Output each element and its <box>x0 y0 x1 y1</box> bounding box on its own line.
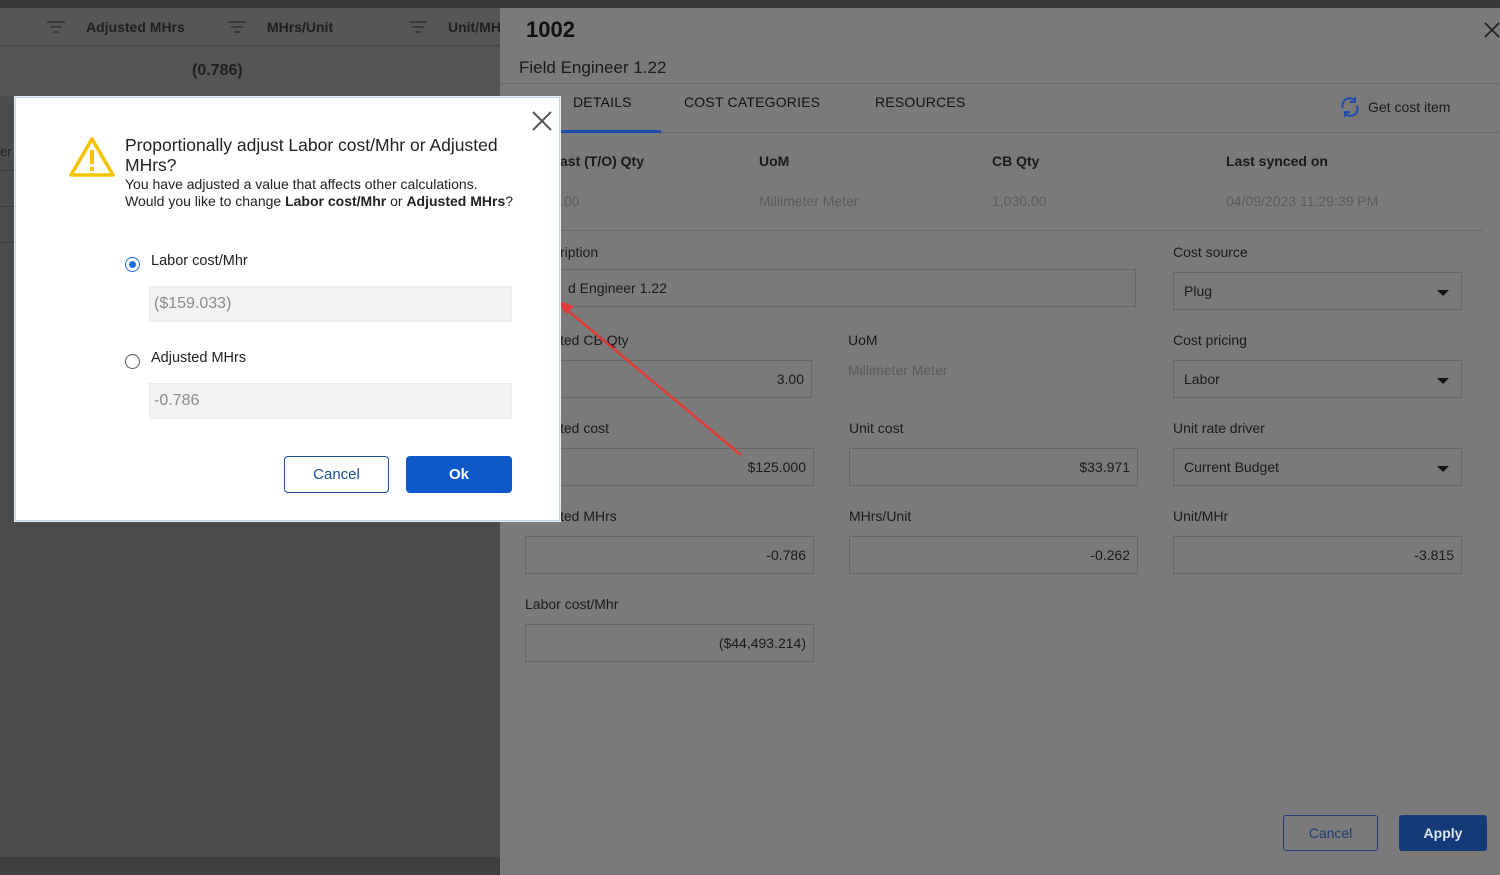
row-divider <box>0 242 16 243</box>
unit-cost-input[interactable]: $33.971 <box>849 448 1138 486</box>
cost-pricing-value: Labor <box>1184 371 1220 387</box>
unit-rate-driver-label: Unit rate driver <box>1173 420 1265 436</box>
row-divider <box>0 206 16 207</box>
divider <box>525 230 1483 231</box>
adjusted-mhrs-cell: (0.786) <box>192 62 243 79</box>
description-label: ription <box>560 244 599 260</box>
cost-source-value: Plug <box>1184 283 1213 299</box>
mhrs-unit-input[interactable]: -0.262 <box>849 536 1138 574</box>
adjust-dialog: Proportionally adjust Labor cost/Mhr or … <box>15 97 560 521</box>
chevron-down-icon <box>1437 290 1449 296</box>
get-cost-item-button[interactable]: Get cost item <box>1338 95 1450 119</box>
uom-value: Millimeter Meter <box>759 193 859 209</box>
panel-cancel-button[interactable]: Cancel <box>1283 815 1378 851</box>
column-header-unit-mh[interactable]: Unit/MH <box>448 19 501 35</box>
adjusted-mhrs-radio[interactable] <box>125 354 140 369</box>
dialog-body-line2: Would you like to change Labor cost/Mhr … <box>125 193 514 209</box>
unit-mhr-input[interactable]: -3.815 <box>1173 536 1462 574</box>
grid-footer <box>0 857 500 875</box>
adjusted-mhrs-field[interactable]: -0.786 <box>149 383 512 419</box>
labor-cost-mhr-label: Labor cost/Mhr <box>525 596 619 612</box>
get-cost-item-label: Get cost item <box>1368 99 1451 115</box>
adjusted-mhrs-radio-label[interactable]: Adjusted MHrs <box>151 350 246 366</box>
active-tab-indicator <box>560 130 661 133</box>
labor-cost-mhr-input[interactable]: ($44,493.214) <box>525 624 814 662</box>
table-row[interactable]: (0.786) <box>0 46 500 96</box>
adjusted-cost-label: ted cost <box>560 420 610 436</box>
uom-field-value: Millimeter Meter <box>848 362 948 378</box>
cb-qty-label: CB Qty <box>992 153 1040 169</box>
dialog-body: You have adjusted a value that affects o… <box>125 176 515 210</box>
panel-subtitle: Field Engineer 1.22 <box>519 58 667 77</box>
cost-source-label: Cost source <box>1173 244 1248 260</box>
sync-icon <box>1341 97 1359 117</box>
column-header-mhrs-unit[interactable]: MHrs/Unit <box>267 19 333 35</box>
forecast-qty-label: ast (T/O) Qty <box>560 153 645 169</box>
last-synced-label: Last synced on <box>1226 153 1328 169</box>
tab-cost-categories[interactable]: COST CATEGORIES <box>684 94 820 110</box>
panel-close-icon[interactable] <box>1482 18 1500 42</box>
ok-button[interactable]: Ok <box>406 456 512 493</box>
close-icon[interactable] <box>529 108 555 134</box>
unit-rate-driver-select[interactable]: Current Budget <box>1173 448 1462 486</box>
top-strip <box>0 0 1500 8</box>
chevron-down-icon <box>1437 466 1449 472</box>
forecast-qty-value: .00 <box>560 193 580 209</box>
chevron-down-icon <box>1437 378 1449 384</box>
description-input[interactable]: d Engineer 1.22 <box>560 269 1136 307</box>
cancel-button[interactable]: Cancel <box>284 456 389 493</box>
labor-cost-mhr-field[interactable]: ($159.033) <box>149 286 512 322</box>
cost-pricing-select[interactable]: Labor <box>1173 360 1462 398</box>
unit-cost-label: Unit cost <box>849 420 904 436</box>
panel-title: 1002 <box>526 17 575 42</box>
grid-header: Adjusted MHrs MHrs/Unit Unit/MH <box>0 8 501 46</box>
unit-rate-driver-value: Current Budget <box>1184 459 1279 475</box>
edge-text: er <box>0 144 12 159</box>
detail-panel: 1002 Field Engineer 1.22 DETAILS COST CA… <box>500 8 1500 875</box>
mhrs-unit-label: MHrs/Unit <box>849 508 912 524</box>
cb-qty-value: 1,030.00 <box>992 193 1047 209</box>
adjusted-mhrs-label: ted MHrs <box>560 508 617 524</box>
adjusted-mhrs-input[interactable]: -0.786 <box>525 536 814 574</box>
filter-icon[interactable] <box>409 21 427 35</box>
uom-field-label: UoM <box>848 332 878 348</box>
tab-resources[interactable]: RESOURCES <box>875 94 965 110</box>
tab-details[interactable]: DETAILS <box>573 94 632 110</box>
filter-icon[interactable] <box>47 21 65 35</box>
adjusted-cb-qty-input[interactable]: 3.00 <box>560 360 812 398</box>
labor-cost-radio-label[interactable]: Labor cost/Mhr <box>151 253 248 269</box>
unit-mhr-label: Unit/MHr <box>1173 508 1229 524</box>
filter-icon[interactable] <box>228 21 246 35</box>
row-divider <box>0 170 16 171</box>
dialog-title: Proportionally adjust Labor cost/Mhr or … <box>125 135 498 175</box>
dialog-body-line1: You have adjusted a value that affects o… <box>125 176 478 192</box>
warning-icon <box>68 136 116 178</box>
cost-source-select[interactable]: Plug <box>1173 272 1462 310</box>
uom-label: UoM <box>759 153 790 169</box>
adjusted-cost-input[interactable]: $125.000 <box>560 448 814 486</box>
cost-pricing-label: Cost pricing <box>1173 332 1247 348</box>
last-synced-value: 04/09/2023 11:29:39 PM <box>1226 193 1379 209</box>
column-header-adjusted-mhrs[interactable]: Adjusted MHrs <box>86 19 185 35</box>
apply-button[interactable]: Apply <box>1399 815 1487 851</box>
labor-cost-radio[interactable] <box>125 257 140 272</box>
adjusted-cb-qty-label: ted CB Qty <box>560 332 629 348</box>
